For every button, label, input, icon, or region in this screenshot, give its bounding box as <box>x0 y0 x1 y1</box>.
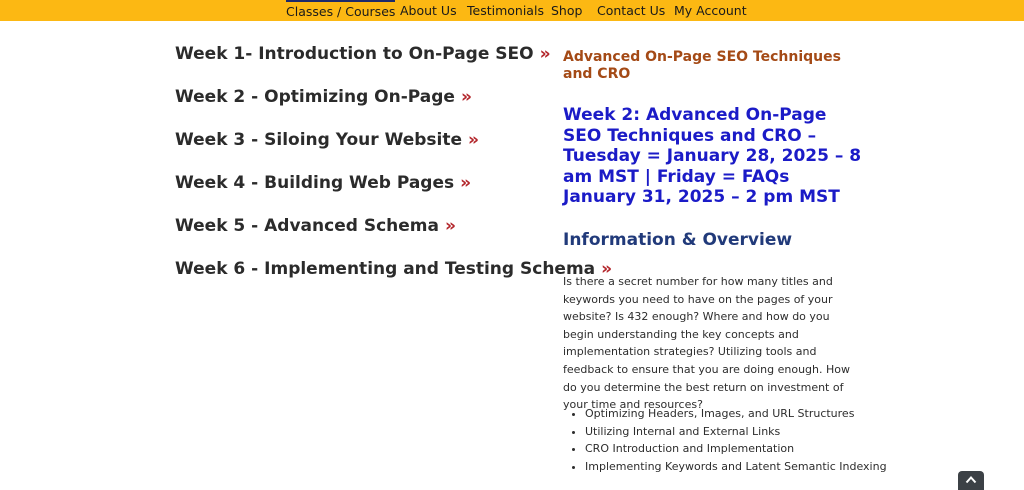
week-link-label: Week 4 - Building Web Pages <box>175 173 455 193</box>
week-link-6[interactable]: Week 6 - Implementing and Testing Schema… <box>175 259 612 279</box>
list-item: Implementing Keywords and Latent Semanti… <box>585 458 887 476</box>
week-link-label: Week 3 - Siloing Your Website <box>175 130 463 150</box>
week-title: Week 2: Advanced On-Page SEO Techniques … <box>563 105 862 207</box>
nav-item-my-account[interactable]: My Account <box>674 0 747 21</box>
week-link-label: Week 6 - Implementing and Testing Schema <box>175 259 596 279</box>
week-link-4[interactable]: Week 4 - Building Web Pages» <box>175 173 471 193</box>
info-overview-heading: Information & Overview <box>563 230 793 250</box>
nav-item-testimonials[interactable]: Testimonials <box>467 0 544 21</box>
chevron-up-icon <box>965 476 977 484</box>
nav-item-contact-us[interactable]: Contact Us <box>597 0 665 21</box>
double-arrow-icon: » <box>444 216 456 236</box>
week-link-1[interactable]: Week 1- Introduction to On-Page SEO» <box>175 44 551 64</box>
course-heading: Advanced On-Page SEO Techniques and CRO <box>563 49 841 82</box>
double-arrow-icon: » <box>468 130 480 150</box>
week-link-label: Week 2 - Optimizing On-Page <box>175 87 455 107</box>
topics-list: Optimizing Headers, Images, and URL Stru… <box>563 405 887 476</box>
nav-item-about-us[interactable]: About Us <box>400 0 457 21</box>
list-item: Utilizing Internal and External Links <box>585 423 873 441</box>
double-arrow-icon: » <box>460 87 472 107</box>
week-link-2[interactable]: Week 2 - Optimizing On-Page» <box>175 87 472 107</box>
week-link-5[interactable]: Week 5 - Advanced Schema» <box>175 216 456 236</box>
week-link-3[interactable]: Week 3 - Siloing Your Website» <box>175 130 479 150</box>
double-arrow-icon: » <box>460 173 472 193</box>
top-navigation-bar: Classes / Courses About Us Testimonials … <box>0 0 1024 21</box>
back-to-top-button[interactable] <box>958 471 984 490</box>
intro-paragraph: Is there a secret number for how many ti… <box>563 275 850 412</box>
list-item: CRO Introduction and Implementation <box>585 440 873 458</box>
week-link-label: Week 1- Introduction to On-Page SEO <box>175 44 534 64</box>
double-arrow-icon: » <box>539 44 551 64</box>
list-item: Optimizing Headers, Images, and URL Stru… <box>585 405 873 423</box>
nav-item-shop[interactable]: Shop <box>551 0 582 21</box>
week-link-label: Week 5 - Advanced Schema <box>175 216 439 236</box>
nav-item-classes-courses[interactable]: Classes / Courses <box>286 0 396 21</box>
